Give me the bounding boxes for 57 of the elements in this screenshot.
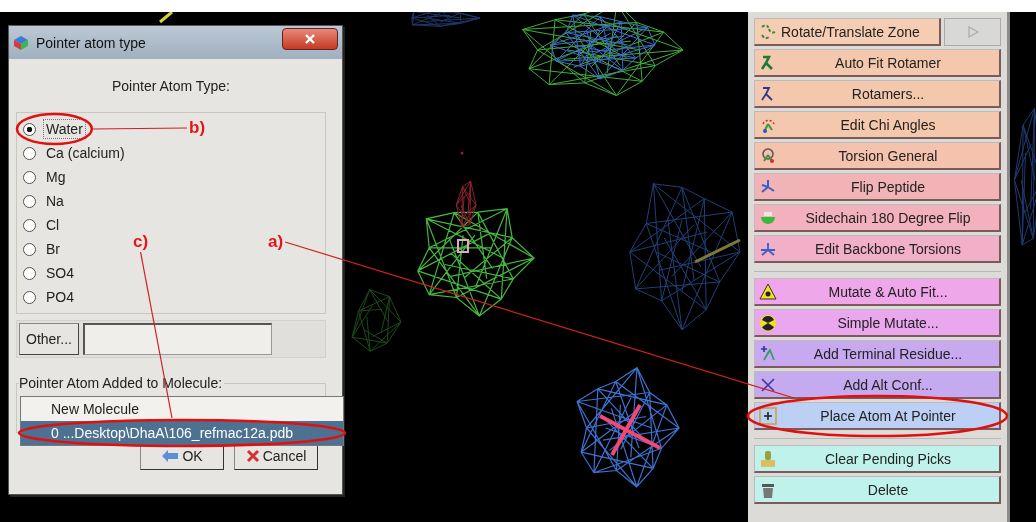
radio-button[interactable]: [23, 242, 36, 256]
plus-icon: [759, 406, 777, 425]
cube-icon: [13, 34, 29, 51]
tool-button[interactable]: Delete: [754, 476, 1001, 504]
stick-drawing: [694, 238, 741, 264]
radio-button[interactable]: [23, 194, 36, 208]
text-field[interactable]: [82, 323, 272, 355]
radio-label[interactable]: Ca (calcium): [43, 143, 128, 163]
radio-button[interactable]: [23, 146, 36, 160]
tool-button[interactable]: Rotate/Translate Zone: [754, 18, 941, 46]
close-icon: [304, 33, 316, 45]
tool-button[interactable]: Clear Pending Picks: [754, 445, 1001, 473]
tool-button[interactable]: Edit Chi Angles: [754, 111, 1001, 139]
tool-button[interactable]: Add Terminal Residue...: [754, 340, 1001, 368]
arrow-icon: [161, 449, 180, 463]
triangle-icon: [965, 25, 980, 39]
menu-item[interactable]: New Molecule: [21, 397, 343, 421]
radiation-icon: [759, 282, 777, 301]
tool-button[interactable]: Place Atom At Pointer: [754, 402, 1001, 430]
other-button[interactable]: Other...: [19, 323, 79, 355]
dialog-heading: Pointer Atom Type:: [111, 78, 231, 94]
radio-label[interactable]: PO4: [43, 287, 77, 307]
molecule-plus-icon: [759, 344, 777, 363]
radio-button[interactable]: [23, 266, 36, 280]
annotation-label: c): [133, 232, 149, 252]
cross-icon: [245, 449, 260, 463]
tool-button[interactable]: Simple Mutate...: [754, 309, 1001, 337]
tool-button[interactable]: Edit Backbone Torsions: [754, 235, 1001, 263]
radio-button[interactable]: [23, 218, 36, 232]
atom-marker-icon: [457, 239, 469, 253]
radio-button[interactable]: [23, 290, 36, 304]
tool-button[interactable]: Add Alt Conf...: [754, 371, 1001, 399]
radio-label[interactable]: Na: [43, 191, 67, 211]
cross-icon: [598, 403, 662, 457]
radio-label[interactable]: Mg: [43, 167, 69, 187]
radio-label[interactable]: Cl: [43, 215, 63, 235]
close-button[interactable]: [282, 28, 338, 50]
window-title: Pointer atom type: [36, 34, 147, 51]
density-mesh-drawing: [411, 12, 481, 27]
radio-label[interactable]: SO4: [43, 263, 77, 283]
tool-button[interactable]: Sidechain 180 Degree Flip: [754, 204, 1001, 232]
dot-icon: [460, 151, 464, 155]
radio-label[interactable]: Br: [43, 239, 63, 259]
annotation-label: b): [189, 118, 206, 138]
tool-button[interactable]: Auto Fit Rotamer: [754, 49, 1001, 77]
density-mesh-drawing: [351, 289, 402, 352]
radiation-icon: [759, 313, 777, 332]
tool-button[interactable]: Rotamers...: [754, 80, 1001, 108]
annotation-label: a): [268, 232, 284, 252]
tool-button[interactable]: Mutate & Auto Fit...: [754, 278, 1001, 306]
radio-button[interactable]: [23, 122, 36, 136]
tool-button[interactable]: Torsion General: [754, 142, 1001, 170]
radio-label[interactable]: Water: [43, 119, 86, 139]
tool-button[interactable]: Flip Peptide: [754, 173, 1001, 201]
radio-button[interactable]: [23, 170, 36, 184]
brush-icon: [759, 449, 777, 468]
stick-drawing: [159, 12, 173, 24]
